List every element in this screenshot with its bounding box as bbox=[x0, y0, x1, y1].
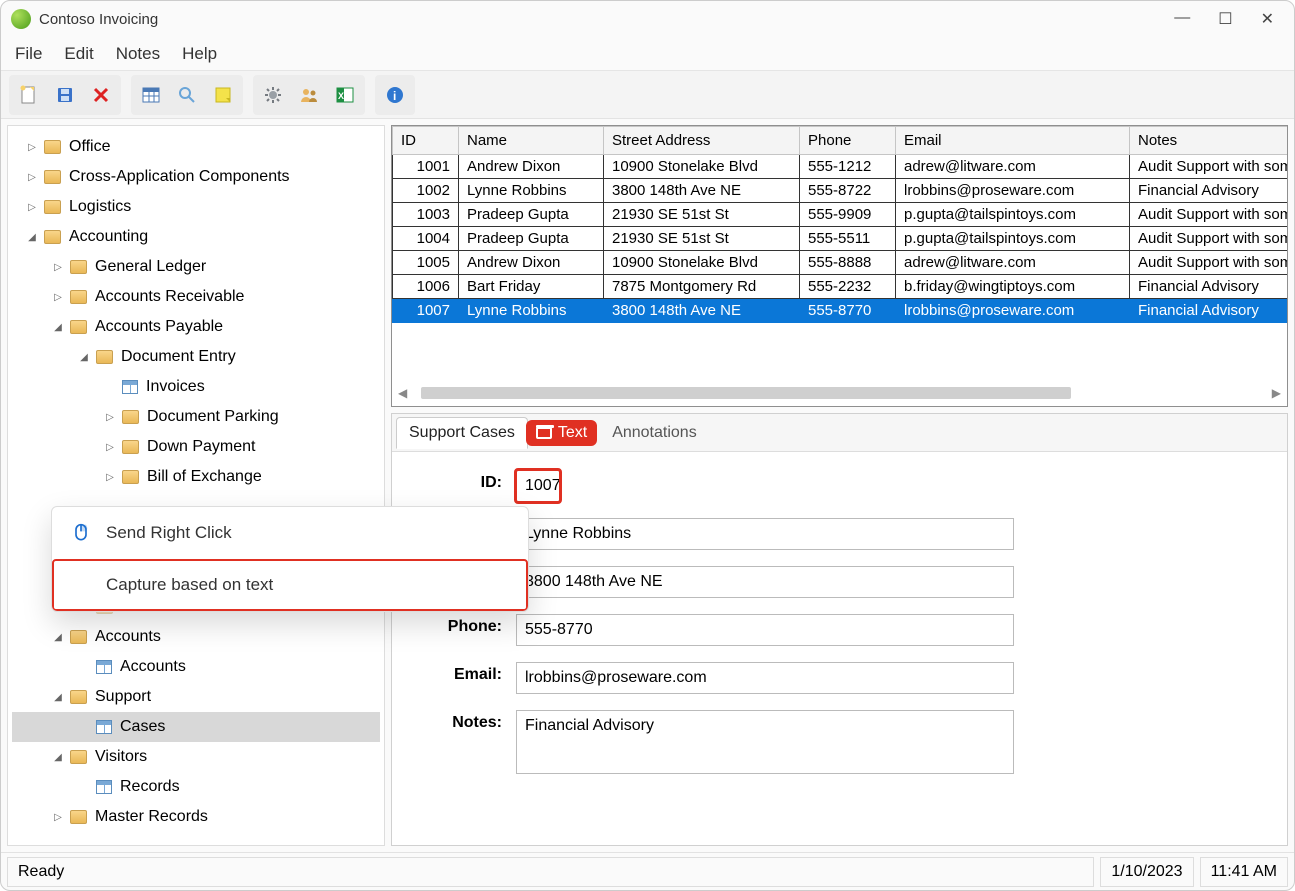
status-text: Ready bbox=[7, 857, 1094, 887]
menu-notes[interactable]: Notes bbox=[116, 44, 160, 64]
notes-field[interactable] bbox=[516, 710, 1014, 774]
window-controls: — ☐ ✕ bbox=[1174, 9, 1284, 29]
tree-master-records[interactable]: ▷Master Records bbox=[12, 802, 380, 832]
col-id[interactable]: ID bbox=[393, 127, 459, 155]
window-icon bbox=[536, 427, 552, 439]
scroll-right-icon[interactable]: ▶ bbox=[1272, 386, 1281, 400]
detail-tabs: Support Cases Text Annotations bbox=[392, 414, 1287, 452]
main-panel: ID Name Street Address Phone Email Notes… bbox=[391, 125, 1288, 846]
menu-edit[interactable]: Edit bbox=[64, 44, 93, 64]
titlebar: Contoso Invoicing — ☐ ✕ bbox=[1, 1, 1294, 37]
app-window: Contoso Invoicing — ☐ ✕ File Edit Notes … bbox=[0, 0, 1295, 891]
table-row[interactable]: 1006Bart Friday7875 Montgomery Rd555-223… bbox=[393, 275, 1289, 299]
content: ▷Office ▷Cross-Application Components ▷L… bbox=[1, 119, 1294, 852]
data-grid[interactable]: ID Name Street Address Phone Email Notes… bbox=[391, 125, 1288, 407]
app-icon bbox=[11, 9, 31, 29]
settings-button[interactable] bbox=[257, 79, 289, 111]
tree-bill-of-exchange[interactable]: ▷Bill of Exchange bbox=[12, 462, 380, 492]
label-email: Email: bbox=[402, 662, 502, 684]
menu-file[interactable]: File bbox=[15, 44, 42, 64]
table-row[interactable]: 1005Andrew Dixon10900 Stonelake Blvd555-… bbox=[393, 251, 1289, 275]
maximize-button[interactable]: ☐ bbox=[1218, 9, 1232, 29]
menubar: File Edit Notes Help bbox=[1, 37, 1294, 71]
excel-button[interactable]: X bbox=[329, 79, 361, 111]
tree-general-ledger[interactable]: ▷General Ledger bbox=[12, 252, 380, 282]
delete-button[interactable] bbox=[85, 79, 117, 111]
menu-help[interactable]: Help bbox=[182, 44, 217, 64]
tree-cross-app[interactable]: ▷Cross-Application Components bbox=[12, 162, 380, 192]
menu-send-right-click[interactable]: Send Right Click bbox=[52, 507, 528, 559]
col-street[interactable]: Street Address bbox=[604, 127, 800, 155]
menu-capture-based-on-text[interactable]: Capture based on text bbox=[52, 559, 528, 611]
mouse-icon bbox=[70, 522, 92, 544]
status-date: 1/10/2023 bbox=[1100, 857, 1193, 887]
tree-cases[interactable]: Cases bbox=[12, 712, 380, 742]
tree-invoices[interactable]: Invoices bbox=[12, 372, 380, 402]
tree-visitors[interactable]: ◢Visitors bbox=[12, 742, 380, 772]
tree-office[interactable]: ▷Office bbox=[12, 132, 380, 162]
address-field[interactable]: 3800 148th Ave NE bbox=[516, 566, 1014, 598]
tree-accounts-leaf[interactable]: Accounts bbox=[12, 652, 380, 682]
text-badge[interactable]: Text bbox=[526, 420, 597, 446]
detail-panel: Support Cases Text Annotations ID: 1007 … bbox=[391, 413, 1288, 846]
app-title: Contoso Invoicing bbox=[39, 11, 158, 28]
nav-tree[interactable]: ▷Office ▷Cross-Application Components ▷L… bbox=[8, 126, 384, 845]
search-button[interactable] bbox=[171, 79, 203, 111]
save-button[interactable] bbox=[49, 79, 81, 111]
label-phone: Phone: bbox=[402, 614, 502, 636]
table-row[interactable]: 1002Lynne Robbins3800 148th Ave NE555-87… bbox=[393, 179, 1289, 203]
tab-support-cases[interactable]: Support Cases bbox=[396, 417, 528, 449]
tree-accounting[interactable]: ◢Accounting bbox=[12, 222, 380, 252]
close-button[interactable]: ✕ bbox=[1261, 9, 1274, 29]
toolbar: X i bbox=[1, 71, 1294, 119]
tree-accounts-payable[interactable]: ◢Accounts Payable bbox=[12, 312, 380, 342]
email-field[interactable]: lrobbins@proseware.com bbox=[516, 662, 1014, 694]
tree-accounts-receivable[interactable]: ▷Accounts Receivable bbox=[12, 282, 380, 312]
blank-icon bbox=[70, 574, 92, 596]
name-field[interactable]: Lynne Robbins bbox=[516, 518, 1014, 550]
status-time: 11:41 AM bbox=[1200, 857, 1288, 887]
tab-annotations[interactable]: Annotations bbox=[599, 417, 710, 449]
col-phone[interactable]: Phone bbox=[800, 127, 896, 155]
table-row[interactable]: 1003Pradeep Gupta21930 SE 51st St555-990… bbox=[393, 203, 1289, 227]
minimize-button[interactable]: — bbox=[1174, 9, 1190, 29]
tree-accounts-folder[interactable]: ◢Accounts bbox=[12, 622, 380, 652]
tree-support[interactable]: ◢Support bbox=[12, 682, 380, 712]
col-notes[interactable]: Notes bbox=[1130, 127, 1289, 155]
svg-text:X: X bbox=[338, 91, 344, 101]
id-field[interactable]: 1007 bbox=[516, 470, 560, 502]
table-row[interactable]: 1004Pradeep Gupta21930 SE 51st St555-551… bbox=[393, 227, 1289, 251]
note-button[interactable] bbox=[207, 79, 239, 111]
table-row[interactable]: 1007Lynne Robbins3800 148th Ave NE555-87… bbox=[393, 299, 1289, 323]
col-name[interactable]: Name bbox=[459, 127, 604, 155]
tree-document-parking[interactable]: ▷Document Parking bbox=[12, 402, 380, 432]
statusbar: Ready 1/10/2023 11:41 AM bbox=[1, 852, 1294, 890]
tree-logistics[interactable]: ▷Logistics bbox=[12, 192, 380, 222]
label-notes: Notes: bbox=[402, 710, 502, 732]
grid-hscrollbar[interactable]: ◀ ▶ bbox=[398, 384, 1281, 402]
phone-field[interactable]: 555-8770 bbox=[516, 614, 1014, 646]
sidebar: ▷Office ▷Cross-Application Components ▷L… bbox=[7, 125, 385, 846]
tree-records[interactable]: Records bbox=[12, 772, 380, 802]
tree-document-entry[interactable]: ◢Document Entry bbox=[12, 342, 380, 372]
detail-form: ID: 1007 Name: Lynne Robbins Address: 38… bbox=[392, 452, 1287, 800]
table-row[interactable]: 1001Andrew Dixon10900 Stonelake Blvd555-… bbox=[393, 155, 1289, 179]
context-menu: Send Right Click Capture based on text bbox=[51, 506, 529, 612]
col-email[interactable]: Email bbox=[896, 127, 1130, 155]
info-button[interactable]: i bbox=[379, 79, 411, 111]
grid-button[interactable] bbox=[135, 79, 167, 111]
svg-text:i: i bbox=[393, 89, 396, 103]
new-button[interactable] bbox=[13, 79, 45, 111]
tree-down-payment[interactable]: ▷Down Payment bbox=[12, 432, 380, 462]
users-button[interactable] bbox=[293, 79, 325, 111]
scroll-left-icon[interactable]: ◀ bbox=[398, 386, 407, 400]
label-id: ID: bbox=[402, 470, 502, 492]
scroll-thumb[interactable] bbox=[421, 387, 1071, 399]
